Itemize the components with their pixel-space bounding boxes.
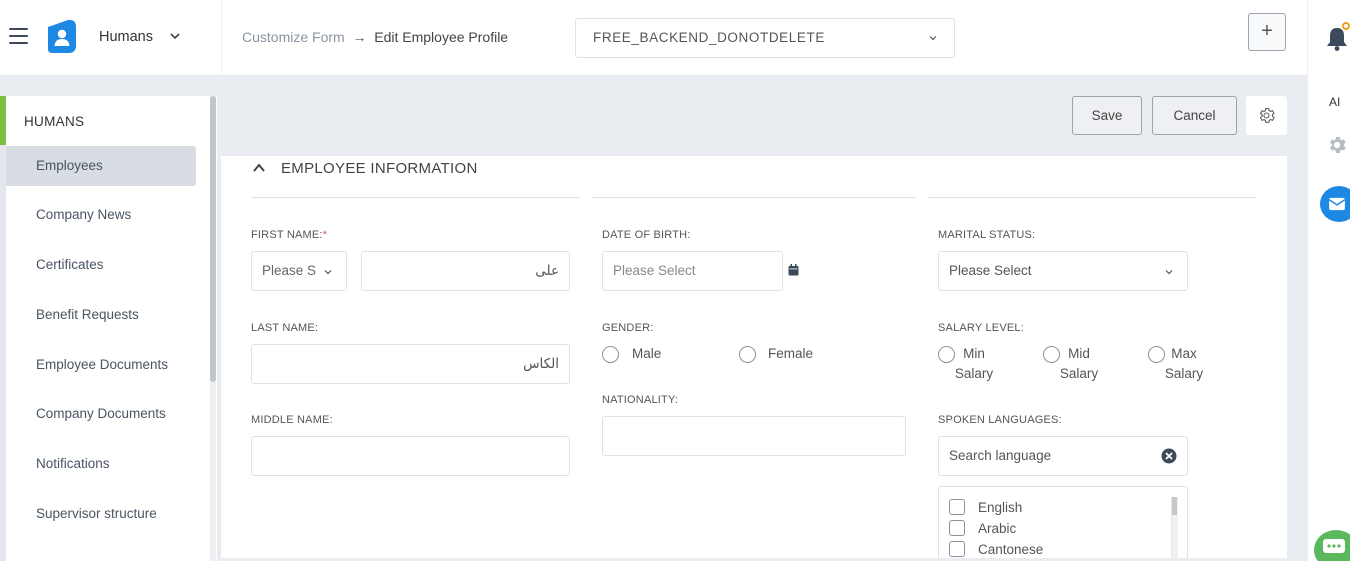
save-button[interactable]: Save xyxy=(1072,96,1142,135)
calendar-icon[interactable] xyxy=(788,264,799,276)
cancel-button[interactable]: Cancel xyxy=(1152,96,1237,135)
breadcrumb: Customize Form → Edit Employee Profile xyxy=(242,29,508,45)
gender-female-radio[interactable] xyxy=(739,346,756,363)
salary-min-line1: Min xyxy=(963,346,985,361)
add-button[interactable]: + xyxy=(1248,13,1286,51)
sidebar-item-supervisor-structure[interactable]: Supervisor structure xyxy=(6,494,196,534)
language-list-scrollbar-thumb[interactable] xyxy=(1172,497,1177,515)
sidebar-item-notifications[interactable]: Notifications xyxy=(6,444,196,484)
language-search-placeholder: Search language xyxy=(949,448,1052,463)
mail-button[interactable] xyxy=(1320,186,1350,222)
gender-male-radio[interactable] xyxy=(602,346,619,363)
salary-max-radio[interactable] xyxy=(1148,346,1165,363)
sidebar: HUMANS Employees Company News Certificat… xyxy=(0,96,217,561)
salary-mid-line1: Mid xyxy=(1068,346,1090,361)
marital-status-select[interactable]: Please Select xyxy=(938,251,1188,291)
sidebar-item-company-documents[interactable]: Company Documents xyxy=(6,394,196,434)
salary-mid-radio[interactable] xyxy=(1043,346,1060,363)
breadcrumb-current: Edit Employee Profile xyxy=(374,29,509,45)
salary-max-label[interactable]: Max Salary xyxy=(1164,344,1204,384)
language-search-input[interactable]: Search language xyxy=(938,436,1188,476)
sidebar-item-company-news[interactable]: Company News xyxy=(6,195,196,235)
marital-status-label: MARITAL STATUS: xyxy=(938,229,1036,241)
dob-placeholder: Please Select xyxy=(613,263,696,278)
sidebar-item-employees[interactable]: Employees xyxy=(6,146,196,186)
chevron-down-icon xyxy=(929,36,937,41)
ai-button[interactable]: AI xyxy=(1329,95,1340,109)
salary-min-line2: Salary xyxy=(954,366,994,381)
language-checkbox-arabic[interactable] xyxy=(949,520,965,536)
company-select[interactable]: FREE_BACKEND_DONOTDELETE xyxy=(575,18,955,58)
chevron-down-icon xyxy=(324,270,332,275)
first-name-label-text: FIRST NAME: xyxy=(251,229,323,241)
language-label-arabic[interactable]: Arabic xyxy=(978,521,1016,536)
divider xyxy=(928,197,1257,198)
settings-button[interactable] xyxy=(1246,96,1287,135)
language-list xyxy=(938,486,1188,561)
clear-icon[interactable] xyxy=(1161,448,1177,464)
company-select-value: FREE_BACKEND_DONOTDELETE xyxy=(593,30,825,45)
gender-male-label[interactable]: Male xyxy=(632,344,661,364)
gender-label: GENDER: xyxy=(602,322,654,334)
nationality-field[interactable] xyxy=(602,416,906,456)
salary-mid-line2: Salary xyxy=(1059,366,1099,381)
dob-label: DATE OF BIRTH: xyxy=(602,229,691,241)
right-rail xyxy=(1307,0,1350,561)
last-name-field[interactable]: الکاس xyxy=(251,344,570,384)
salary-min-label[interactable]: Min Salary xyxy=(954,344,994,384)
chat-icon xyxy=(1323,539,1345,553)
notification-dot xyxy=(1342,22,1350,30)
arrow-right-icon: → xyxy=(348,29,371,45)
language-checkbox-cantonese[interactable] xyxy=(949,541,965,557)
sidebar-title: HUMANS xyxy=(24,114,85,129)
chevron-down-icon xyxy=(1165,270,1173,275)
middle-name-label: MIDDLE NAME: xyxy=(251,414,333,426)
nationality-label: NATIONALITY: xyxy=(602,394,679,406)
top-bar: Humans Customize Form → Edit Employee Pr… xyxy=(0,0,1307,76)
app-name[interactable]: Humans xyxy=(99,29,153,45)
language-checkbox-english[interactable] xyxy=(949,499,965,515)
salary-max-line1: Max xyxy=(1171,346,1197,361)
salary-max-line2: Salary xyxy=(1164,366,1204,381)
salary-min-radio[interactable] xyxy=(938,346,955,363)
app-logo-icon[interactable] xyxy=(46,19,78,54)
divider xyxy=(592,197,916,198)
first-name-label: FIRST NAME:* xyxy=(251,229,327,241)
name-prefix-value: Please S xyxy=(262,263,317,278)
sidebar-scrollbar-thumb[interactable] xyxy=(210,96,216,382)
brand-area: Humans xyxy=(0,0,222,76)
sidebar-item-benefit-requests[interactable]: Benefit Requests xyxy=(6,295,196,335)
divider xyxy=(251,197,580,198)
chevron-up-icon[interactable] xyxy=(252,163,266,173)
salary-level-label: SALARY LEVEL: xyxy=(938,322,1024,334)
hamburger-menu-icon[interactable] xyxy=(9,28,28,46)
last-name-label: LAST NAME: xyxy=(251,322,319,334)
marital-status-value: Please Select xyxy=(949,263,1032,278)
name-prefix-select[interactable]: Please S xyxy=(251,251,347,291)
sidebar-item-certificates[interactable]: Certificates xyxy=(6,245,196,285)
language-label-cantonese[interactable]: Cantonese xyxy=(978,542,1043,557)
breadcrumb-parent[interactable]: Customize Form xyxy=(242,29,345,45)
gender-female-label[interactable]: Female xyxy=(768,344,813,364)
chevron-down-icon[interactable] xyxy=(169,30,181,42)
gear-icon xyxy=(1259,108,1275,123)
section-title[interactable]: EMPLOYEE INFORMATION xyxy=(281,160,478,177)
middle-name-field[interactable] xyxy=(251,436,570,476)
first-name-field[interactable]: علی xyxy=(361,251,570,291)
mail-icon xyxy=(1328,197,1346,211)
language-label-english[interactable]: English xyxy=(978,500,1022,515)
salary-mid-label[interactable]: Mid Salary xyxy=(1059,344,1099,384)
sidebar-item-employee-documents[interactable]: Employee Documents xyxy=(6,345,196,385)
spoken-languages-label: SPOKEN LANGUAGES: xyxy=(938,414,1062,426)
required-mark: * xyxy=(322,229,328,241)
dob-field[interactable]: Please Select xyxy=(602,251,783,291)
gear-icon[interactable] xyxy=(1326,134,1348,156)
sidebar-accent xyxy=(0,96,6,145)
